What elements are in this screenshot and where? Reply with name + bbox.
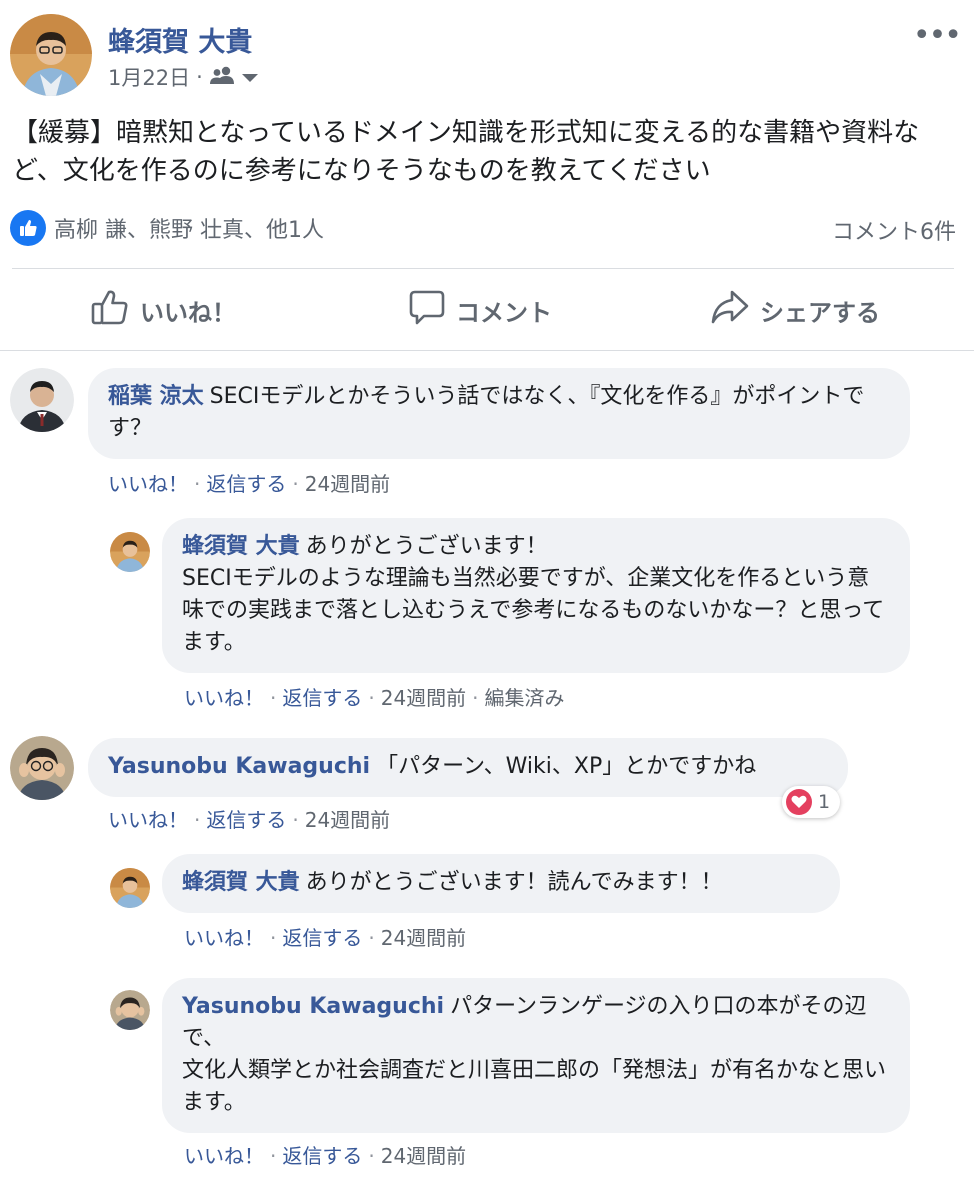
separator: · — [292, 808, 299, 832]
comment-reply-link[interactable]: 返信する — [206, 472, 286, 496]
reply-bubble: Yasunobu Kawaguchi パターンランゲージの入り口の本がその辺で、 … — [162, 978, 910, 1133]
comment-actions: いいね！ · 返信する · 24週間前 — [108, 804, 390, 833]
comment-button-label: コメント — [456, 298, 552, 327]
comment-actions: いいね！ · 返信する · 24週間前 — [108, 468, 390, 497]
comment-bubble: 稲葉 涼太 SECIモデルとかそういう話ではなく、『文化を作る』がポイントです？ — [88, 368, 910, 459]
comment-author[interactable]: Yasunobu Kawaguchi — [108, 754, 370, 779]
reply-author[interactable]: 蜂須賀 大貴 — [182, 534, 300, 559]
reply-author-avatar[interactable] — [110, 532, 150, 572]
reply-timestamp[interactable]: 24週間前 — [381, 686, 466, 710]
post-date[interactable]: 1月22日 — [108, 62, 190, 92]
separator: · — [292, 472, 299, 496]
likers-list[interactable]: 高柳 謙、熊野 壮真、他1人 — [54, 212, 324, 244]
more-options-icon[interactable]: ••• — [913, 18, 962, 53]
share-arrow-icon — [710, 288, 750, 332]
post-author-name[interactable]: 蜂須賀 大貴 — [108, 20, 252, 59]
privacy-dropdown-icon[interactable] — [241, 65, 259, 89]
reply-actions: いいね！ · 返信する · 24週間前 — [184, 1140, 466, 1169]
reply-actions: いいね！ · 返信する · 24週間前 — [184, 922, 466, 951]
reaction-count: 1 — [818, 791, 831, 813]
post-author-avatar[interactable] — [10, 14, 92, 96]
separator: · — [270, 686, 277, 710]
meta-separator: · — [196, 65, 203, 89]
reply-author-avatar[interactable] — [110, 868, 150, 908]
reply-like-link[interactable]: いいね！ — [184, 1144, 264, 1168]
post-text: 【緩募】暗黙知となっているドメイン知識を形式知に変える的な書籍や資料など、文化を… — [12, 118, 920, 186]
reply-author[interactable]: 蜂須賀 大貴 — [182, 870, 300, 895]
comment-text: 「パターン、Wiki、XP」とかですかね — [376, 754, 757, 779]
reply-actions: いいね！ · 返信する · 24週間前 · 編集済み — [184, 682, 565, 711]
commenter-avatar[interactable] — [10, 736, 74, 800]
reply-bubble: 蜂須賀 大貴 ありがとうございます！読んでみます！！ — [162, 854, 840, 913]
reply-reply-link[interactable]: 返信する — [282, 1144, 362, 1168]
reply-timestamp[interactable]: 24週間前 — [381, 926, 466, 950]
comment-button[interactable]: コメント — [408, 288, 552, 332]
share-button-label: シェアする — [760, 298, 880, 327]
separator: · — [368, 1144, 375, 1168]
share-button[interactable]: シェアする — [710, 288, 880, 332]
edited-label[interactable]: 編集済み — [485, 686, 565, 710]
divider — [12, 268, 954, 269]
reply-author-avatar[interactable] — [110, 990, 150, 1030]
reaction-badge[interactable]: 1 — [782, 786, 841, 818]
post-meta: 1月22日 · — [108, 62, 259, 92]
reply-reply-link[interactable]: 返信する — [282, 686, 362, 710]
comment-reply-link[interactable]: 返信する — [206, 808, 286, 832]
like-button[interactable]: いいね！ — [90, 288, 236, 332]
comment-bubble-icon — [408, 288, 446, 332]
reply-timestamp[interactable]: 24週間前 — [381, 1144, 466, 1168]
comment-text: SECIモデルとかそういう話ではなく、『文化を作る』がポイントです？ — [108, 384, 865, 441]
reply-like-link[interactable]: いいね！ — [184, 926, 264, 950]
separator: · — [270, 926, 277, 950]
reply-bubble: 蜂須賀 大貴 ありがとうございます！ SECIモデルのような理論も当然必要ですが、… — [162, 518, 910, 673]
reactions-summary[interactable]: 高柳 謙、熊野 壮真、他1人 — [10, 210, 324, 246]
separator: · — [368, 686, 375, 710]
separator: · — [270, 1144, 277, 1168]
comment-timestamp[interactable]: 24週間前 — [305, 472, 390, 496]
separator: · — [368, 926, 375, 950]
comment-count[interactable]: コメント6件 — [832, 214, 956, 246]
comment-bubble: Yasunobu Kawaguchi 「パターン、Wiki、XP」とかですかね — [88, 738, 848, 797]
comment-like-link[interactable]: いいね！ — [108, 472, 188, 496]
commenter-avatar[interactable] — [10, 368, 74, 432]
comment-like-link[interactable]: いいね！ — [108, 808, 188, 832]
thumbs-up-icon — [90, 287, 130, 333]
separator: · — [194, 808, 201, 832]
comment-timestamp[interactable]: 24週間前 — [305, 808, 390, 832]
like-reaction-icon — [10, 210, 46, 246]
reply-like-link[interactable]: いいね！ — [184, 686, 264, 710]
divider — [0, 350, 974, 351]
reply-author[interactable]: Yasunobu Kawaguchi — [182, 994, 444, 1019]
friends-icon[interactable] — [209, 65, 235, 90]
reply-text: ありがとうございます！読んでみます！！ — [305, 870, 723, 895]
separator: · — [194, 472, 201, 496]
reply-reply-link[interactable]: 返信する — [282, 926, 362, 950]
heart-icon — [786, 789, 812, 815]
separator: · — [472, 686, 479, 710]
like-button-label: いいね！ — [140, 298, 236, 327]
comment-author[interactable]: 稲葉 涼太 — [108, 384, 204, 409]
